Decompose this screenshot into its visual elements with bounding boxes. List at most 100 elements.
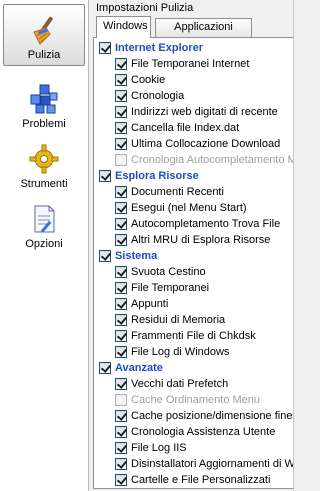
list-item[interactable]: Cache posizione/dimensione finestre <box>115 408 294 424</box>
list-item: Cronologia Autocompletamento Mod <box>115 152 294 168</box>
list-item[interactable]: Vecchi dati Prefetch <box>115 376 228 392</box>
item-label: Autocompletamento Trova File <box>131 218 281 230</box>
item-checkbox[interactable] <box>115 410 127 422</box>
item-checkbox[interactable] <box>115 138 127 150</box>
list-item[interactable]: Disinstallatori Aggiornamenti di WinUp <box>115 456 294 472</box>
item-checkbox[interactable] <box>115 426 127 438</box>
item-label: Ultima Collocazione Download <box>131 138 281 150</box>
item-checkbox[interactable] <box>115 234 127 246</box>
list-item[interactable]: Frammenti File di Chkdsk <box>115 328 256 344</box>
list-item: Cache Ordinamento Menu <box>115 392 260 408</box>
item-checkbox[interactable] <box>115 186 127 198</box>
item-label: Altri MRU di Esplora Risorse <box>131 234 271 246</box>
item-checkbox[interactable] <box>115 202 127 214</box>
tab-applicazioni[interactable]: Applicazioni <box>155 18 252 37</box>
item-checkbox[interactable] <box>115 474 127 486</box>
tools-gear-icon <box>29 144 59 174</box>
sidebar: Pulizia Problemi Strumenti Opzioni <box>0 0 89 491</box>
item-checkbox[interactable] <box>115 458 127 470</box>
item-label: Cartelle e File Personalizzati <box>131 474 271 486</box>
item-label: Esegui (nel Menu Start) <box>131 202 247 214</box>
group-header[interactable]: Internet Explorer <box>99 40 203 56</box>
list-item[interactable]: Cookie <box>115 72 165 88</box>
item-label: File Log di Windows <box>131 346 230 358</box>
item-checkbox[interactable] <box>115 218 127 230</box>
group-label: Sistema <box>115 250 158 262</box>
item-label: Svuota Cestino <box>131 266 206 278</box>
group-label: Avanzate <box>115 362 163 374</box>
sidebar-item-label: Pulizia <box>27 49 61 61</box>
item-label: Indirizzi web digitati di recente <box>131 106 278 118</box>
group-checkbox[interactable] <box>99 362 111 374</box>
list-item[interactable]: File Log di Windows <box>115 344 229 360</box>
item-checkbox[interactable] <box>115 282 127 294</box>
list-item[interactable]: File Log IIS <box>115 440 187 456</box>
item-checkbox[interactable] <box>115 314 127 326</box>
item-label: Cronologia Autocompletamento Mod <box>131 154 294 166</box>
list-item[interactable]: Residui di Memoria <box>115 312 225 328</box>
list-item[interactable]: Autocompletamento Trova File <box>115 216 280 232</box>
item-checkbox[interactable] <box>115 378 127 390</box>
item-label: Vecchi dati Prefetch <box>131 378 229 390</box>
item-label: Cronologia <box>131 90 185 102</box>
sidebar-item-pulizia[interactable]: Pulizia <box>3 4 85 66</box>
item-label: Appunti <box>131 298 169 310</box>
item-checkbox[interactable] <box>115 90 127 102</box>
item-checkbox <box>115 154 127 166</box>
item-label: Cache posizione/dimensione finestre <box>131 410 294 422</box>
registry-cubes-icon <box>30 84 58 114</box>
list-item[interactable]: Cartelle e File Personalizzati <box>115 472 270 488</box>
item-label: Cancella file Index.dat <box>131 122 240 134</box>
window-edge <box>293 0 294 491</box>
item-label: Cache Ordinamento Menu <box>131 394 261 406</box>
list-item[interactable]: Cronologia <box>115 88 184 104</box>
cleaner-options-list[interactable]: Internet Explorer File Temporanei Interne… <box>93 37 294 489</box>
list-item[interactable]: File Temporanei <box>115 280 209 296</box>
sidebar-item-label: Strumenti <box>20 178 68 190</box>
item-label: Disinstallatori Aggiornamenti di WinUp <box>131 458 294 470</box>
sidebar-item-label: Problemi <box>22 118 66 130</box>
group-checkbox[interactable] <box>99 42 111 54</box>
list-item[interactable]: Indirizzi web digitati di recente <box>115 104 278 120</box>
list-item[interactable]: Ultima Collocazione Download <box>115 136 280 152</box>
cleaner-settings-panel: Impostazioni Pulizia Windows Applicazion… <box>90 0 294 491</box>
item-checkbox[interactable] <box>115 330 127 342</box>
item-label: Cronologia Assistenza Utente <box>131 426 276 438</box>
item-label: Documenti Recenti <box>131 186 224 198</box>
list-item[interactable]: Cancella file Index.dat <box>115 120 239 136</box>
item-checkbox[interactable] <box>115 442 127 454</box>
sidebar-item-strumenti[interactable]: Strumenti <box>3 132 85 194</box>
item-label: Cookie <box>131 74 166 86</box>
list-item[interactable]: File Temporanei Internet <box>115 56 249 72</box>
group-label: Internet Explorer <box>115 42 204 54</box>
item-label: Residui di Memoria <box>131 314 226 326</box>
item-checkbox[interactable] <box>115 106 127 118</box>
sidebar-item-label: Opzioni <box>25 238 63 250</box>
list-item[interactable]: Documenti Recenti <box>115 184 224 200</box>
group-header[interactable]: Esplora Risorse <box>99 168 199 184</box>
list-item[interactable]: Svuota Cestino <box>115 264 206 280</box>
sidebar-item-opzioni[interactable]: Opzioni <box>3 192 85 254</box>
item-checkbox[interactable] <box>115 58 127 70</box>
item-checkbox[interactable] <box>115 298 127 310</box>
sidebar-item-problemi[interactable]: Problemi <box>3 72 85 134</box>
group-header[interactable]: Avanzate <box>99 360 163 376</box>
item-label: File Temporanei Internet <box>131 58 250 70</box>
broom-icon <box>33 16 53 45</box>
item-label: File Log IIS <box>131 442 187 454</box>
item-checkbox[interactable] <box>115 122 127 134</box>
tab-windows[interactable]: Windows <box>96 16 151 38</box>
list-item[interactable]: Altri MRU di Esplora Risorse <box>115 232 270 248</box>
group-header[interactable]: Sistema <box>99 248 157 264</box>
options-document-icon <box>34 205 55 233</box>
item-label: File Temporanei <box>131 282 210 294</box>
list-item[interactable]: Appunti <box>115 296 168 312</box>
group-checkbox[interactable] <box>99 170 111 182</box>
item-checkbox[interactable] <box>115 74 127 86</box>
group-checkbox[interactable] <box>99 250 111 262</box>
item-checkbox[interactable] <box>115 346 127 358</box>
item-checkbox[interactable] <box>115 266 127 278</box>
list-item[interactable]: Cronologia Assistenza Utente <box>115 424 275 440</box>
item-checkbox <box>115 394 127 406</box>
list-item[interactable]: Esegui (nel Menu Start) <box>115 200 247 216</box>
